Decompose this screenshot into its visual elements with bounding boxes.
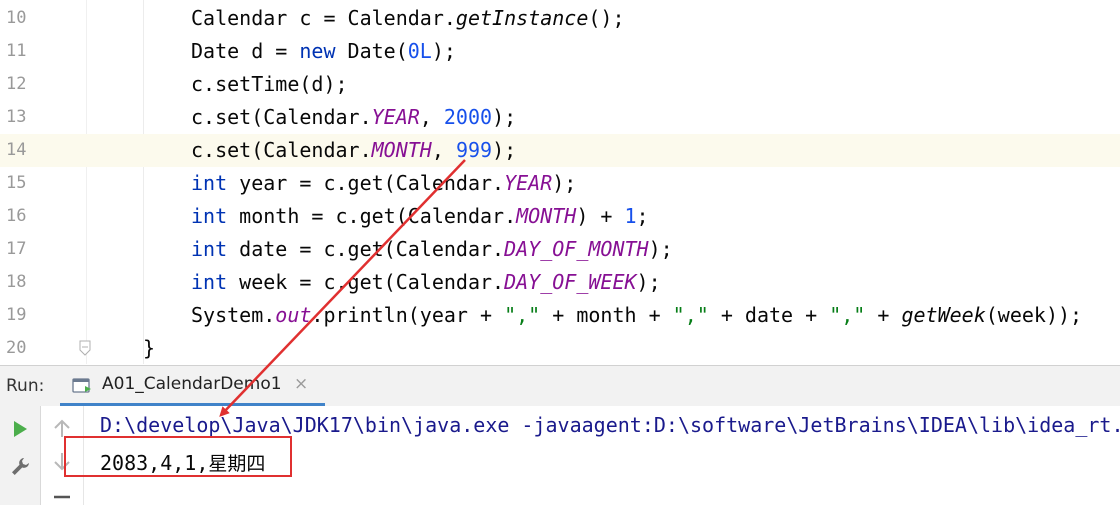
run-tab-label: A01_CalendarDemo1: [102, 374, 282, 394]
code-line[interactable]: 20}: [0, 332, 1120, 364]
code-token: Date(: [335, 39, 408, 63]
line-number: 14: [6, 140, 27, 160]
code-token: );: [636, 270, 661, 294]
code-text: c.setTime(d);: [191, 68, 348, 101]
code-token: ;: [636, 204, 649, 228]
line-number: 10: [6, 8, 27, 28]
code-token: int: [191, 270, 228, 294]
code-text: c.set(Calendar.YEAR, 2000);: [191, 101, 516, 134]
code-text: int week = c.get(Calendar.DAY_OF_WEEK);: [191, 266, 661, 299]
code-token: Calendar c = Calendar.: [191, 6, 456, 30]
code-token: + month +: [540, 303, 673, 327]
annotation-highlight-box: [64, 436, 292, 477]
code-line[interactable]: 11 Date d = new Date(0L);: [0, 35, 1120, 68]
code-token: date = c.get(Calendar.: [227, 237, 505, 261]
line-number: 13: [6, 107, 27, 127]
code-token: );: [552, 171, 577, 195]
line-number: 20: [6, 338, 27, 358]
close-icon[interactable]: ×: [294, 366, 308, 403]
code-line[interactable]: 18 int week = c.get(Calendar.DAY_OF_WEEK)…: [0, 266, 1120, 299]
code-token: ,: [419, 105, 444, 129]
code-token: +: [865, 303, 902, 327]
code-token: new: [299, 39, 336, 63]
code-token: DAY_OF_MONTH: [504, 237, 649, 261]
code-token: out: [275, 303, 312, 327]
code-text: }: [143, 332, 155, 364]
code-token: int: [191, 204, 228, 228]
code-token: c.set(Calendar.: [191, 138, 372, 162]
line-number: 12: [6, 74, 27, 94]
code-token: ",": [672, 303, 709, 327]
code-text: Calendar c = Calendar.getInstance();: [191, 2, 624, 35]
code-token: ",": [829, 303, 866, 327]
code-token: ",": [504, 303, 541, 327]
code-line[interactable]: 13 c.set(Calendar.YEAR, 2000);: [0, 101, 1120, 134]
wrench-icon[interactable]: [9, 456, 31, 478]
code-line[interactable]: 10 Calendar c = Calendar.getInstance();: [0, 2, 1120, 35]
code-token: ();: [588, 6, 625, 30]
code-line[interactable]: 19 System.out.println(year + "," + month …: [0, 299, 1120, 332]
code-text: c.set(Calendar.MONTH, 999);: [191, 134, 516, 167]
code-token: c.set(Calendar.: [191, 105, 372, 129]
fold-marker-icon[interactable]: [78, 340, 92, 356]
code-token: (week));: [985, 303, 1083, 327]
code-text: Date d = new Date(0L);: [191, 35, 456, 68]
line-number: 11: [6, 41, 27, 61]
code-token: YEAR: [371, 105, 420, 129]
code-text: int year = c.get(Calendar.YEAR);: [191, 167, 576, 200]
code-token: week = c.get(Calendar.: [227, 270, 505, 294]
code-text: int date = c.get(Calendar.DAY_OF_MONTH);: [191, 233, 673, 266]
code-text: System.out.println(year + "," + month + …: [191, 299, 1082, 332]
code-token: Date d =: [191, 39, 300, 63]
line-number: 19: [6, 305, 27, 325]
code-token: 2000: [443, 105, 493, 129]
code-token: getWeek: [901, 303, 986, 327]
code-token: int: [191, 237, 228, 261]
code-token: month = c.get(Calendar.: [227, 204, 517, 228]
code-text: int month = c.get(Calendar.MONTH) + 1;: [191, 200, 649, 233]
code-token: );: [431, 39, 456, 63]
run-label: Run:: [6, 376, 45, 396]
code-token: ) +: [576, 204, 625, 228]
code-token: System.: [191, 303, 276, 327]
code-token: .println(year +: [311, 303, 505, 327]
line-number: 18: [6, 272, 27, 292]
code-token: }: [143, 336, 156, 360]
line-number: 15: [6, 173, 27, 193]
line-number: 16: [6, 206, 27, 226]
code-line[interactable]: 16 int month = c.get(Calendar.MONTH) + 1;: [0, 200, 1120, 233]
code-token: getInstance: [455, 6, 589, 30]
run-side-toolbar: [0, 406, 41, 505]
code-editor[interactable]: 10 Calendar c = Calendar.getInstance(); 11…: [0, 0, 1120, 364]
code-token: c.setTime(d);: [191, 72, 348, 96]
code-token: 999: [455, 138, 493, 162]
code-token: YEAR: [504, 171, 553, 195]
code-token: );: [492, 105, 517, 129]
code-token: MONTH: [371, 138, 432, 162]
code-line[interactable]: 17 int date = c.get(Calendar.DAY_OF_MONTH…: [0, 233, 1120, 266]
code-token: + date +: [708, 303, 830, 327]
run-tool-window-header: Run: A01_CalendarDemo1 ×: [0, 365, 1120, 407]
line-number: 17: [6, 239, 27, 259]
code-line[interactable]: 14 c.set(Calendar.MONTH, 999);: [0, 134, 1120, 167]
code-line[interactable]: 15 int year = c.get(Calendar.YEAR);: [0, 167, 1120, 200]
code-token: year = c.get(Calendar.: [227, 171, 505, 195]
code-line[interactable]: 12 c.setTime(d);: [0, 68, 1120, 101]
rerun-icon[interactable]: [9, 418, 31, 440]
code-token: 0L: [407, 39, 432, 63]
code-token: MONTH: [516, 204, 577, 228]
code-token: int: [191, 171, 228, 195]
code-token: 1: [624, 204, 637, 228]
code-token: DAY_OF_WEEK: [504, 270, 637, 294]
run-config-icon: [72, 378, 91, 393]
code-token: ,: [431, 138, 456, 162]
code-token: );: [492, 138, 517, 162]
run-tab-calendar-demo[interactable]: A01_CalendarDemo1 ×: [60, 366, 325, 406]
code-token: );: [648, 237, 673, 261]
